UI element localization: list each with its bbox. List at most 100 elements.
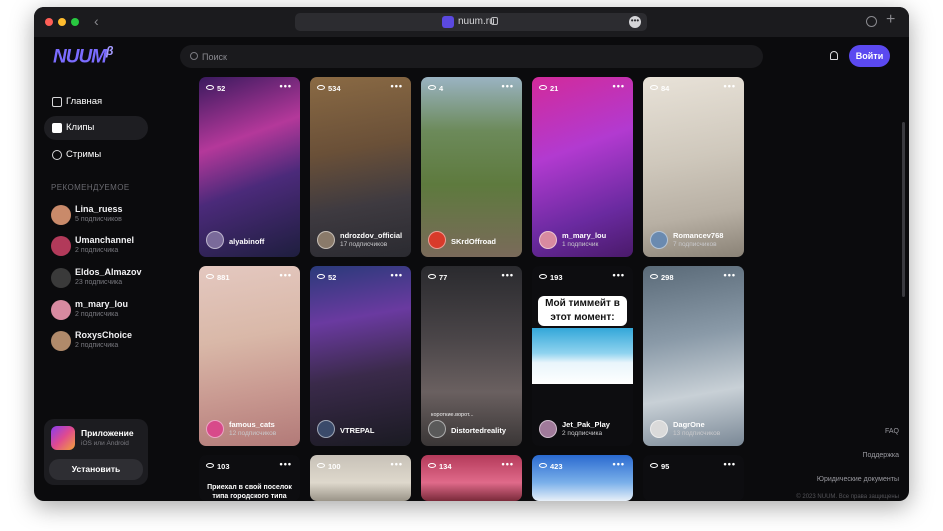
author-name: alyabinoff bbox=[229, 237, 265, 246]
support-link[interactable]: Поддержка bbox=[862, 452, 899, 459]
app-promo-card: Приложение iOS или Android Установить bbox=[44, 419, 148, 485]
close-window-button[interactable] bbox=[45, 18, 53, 26]
eye-icon bbox=[650, 463, 658, 468]
clip-card[interactable]: 52 ••• alyabinoff bbox=[199, 77, 300, 257]
address-bar[interactable]: nuum.ru ••• bbox=[295, 13, 647, 31]
view-count: 534 bbox=[317, 84, 341, 93]
view-count: 77 bbox=[428, 273, 447, 282]
clip-card[interactable]: 84 ••• Romancev768 7 подписчиков bbox=[643, 77, 744, 257]
clip-caption: Приехал в свой поселок типа городского т… bbox=[207, 484, 292, 500]
avatar bbox=[428, 420, 446, 438]
nav-item-clips[interactable]: Клипы bbox=[44, 116, 148, 140]
recommended-channel[interactable]: Eldos_Almazov 23 подписчика bbox=[51, 266, 161, 290]
author-subscribers: 2 подписчика bbox=[562, 430, 603, 437]
nav-item-home[interactable]: Главная bbox=[44, 90, 148, 114]
avatar bbox=[650, 420, 668, 438]
view-count-value: 95 bbox=[661, 462, 670, 471]
faq-link[interactable]: FAQ bbox=[885, 428, 899, 435]
nav-label: Стримы bbox=[66, 149, 102, 160]
avatar bbox=[51, 300, 71, 320]
more-options-icon[interactable]: ••• bbox=[502, 81, 514, 91]
author-subscribers: 1 подписчик bbox=[562, 241, 599, 248]
site-favicon-icon bbox=[442, 16, 454, 28]
new-tab-icon[interactable]: + bbox=[886, 11, 895, 29]
eye-icon bbox=[539, 85, 547, 90]
view-count: 21 bbox=[539, 84, 558, 93]
clip-card[interactable]: 298 ••• DagrOne 13 подписчиков bbox=[643, 266, 744, 446]
eye-icon bbox=[650, 274, 658, 279]
more-options-icon[interactable]: ••• bbox=[724, 270, 736, 280]
recommended-channel[interactable]: m_mary_lou 2 подписчика bbox=[51, 298, 161, 322]
avatar bbox=[51, 236, 71, 256]
eye-icon bbox=[206, 85, 214, 90]
maximize-window-button[interactable] bbox=[71, 18, 79, 26]
logo[interactable]: NUUMβ bbox=[53, 44, 114, 68]
more-icon[interactable]: ••• bbox=[629, 16, 641, 28]
more-options-icon[interactable]: ••• bbox=[280, 81, 292, 91]
clip-card[interactable]: 103 ••• Приехал в свой поселок типа горо… bbox=[199, 455, 300, 501]
more-options-icon[interactable]: ••• bbox=[613, 459, 625, 469]
more-options-icon[interactable]: ••• bbox=[280, 459, 292, 469]
avatar bbox=[428, 231, 446, 249]
recommended-channel[interactable]: Lina_ruess 5 подписчиков bbox=[51, 203, 161, 227]
author-name: VTREPAL bbox=[340, 426, 375, 435]
view-count-value: 100 bbox=[328, 462, 341, 471]
nav-item-streams[interactable]: Стримы bbox=[44, 143, 148, 167]
app-promo-subtitle: iOS или Android bbox=[81, 440, 129, 447]
author-name: ndrozdov_official bbox=[340, 231, 403, 240]
scrollbar[interactable] bbox=[902, 122, 905, 297]
clip-card[interactable]: 21 ••• m_mary_lou 1 подписчик bbox=[532, 77, 633, 257]
minimize-window-button[interactable] bbox=[58, 18, 66, 26]
eye-icon bbox=[650, 85, 658, 90]
more-options-icon[interactable]: ••• bbox=[391, 81, 403, 91]
eye-icon bbox=[428, 274, 436, 279]
meme-caption: Мой тиммейт в этот момент: bbox=[538, 296, 627, 326]
avatar bbox=[51, 268, 71, 288]
clip-card[interactable]: 100 ••• bbox=[310, 455, 411, 501]
clip-card[interactable]: 881 ••• famous_cats 12 подписчиков bbox=[199, 266, 300, 446]
search-input[interactable] bbox=[202, 49, 742, 64]
channel-subscribers: 2 подписчика bbox=[75, 311, 119, 318]
author-name: Distortedreality bbox=[451, 426, 507, 435]
channel-subscribers: 2 подписчика bbox=[75, 247, 119, 254]
clip-overlay-text: короткие.ворот... bbox=[431, 412, 474, 418]
install-app-button[interactable]: Установить bbox=[49, 459, 143, 480]
channel-name: Eldos_Almazov bbox=[75, 267, 142, 277]
recommended-channel[interactable]: Umanchannel 2 подписчика bbox=[51, 234, 161, 258]
more-options-icon[interactable]: ••• bbox=[391, 270, 403, 280]
clip-card[interactable]: 95 ••• bbox=[643, 455, 744, 501]
avatar bbox=[650, 231, 668, 249]
author-name: m_mary_lou bbox=[562, 231, 607, 240]
eye-icon bbox=[317, 274, 325, 279]
more-options-icon[interactable]: ••• bbox=[724, 459, 736, 469]
clip-card[interactable]: 77 ••• короткие.ворот... Distortedrealit… bbox=[421, 266, 522, 446]
logo-text: NUUM bbox=[53, 46, 107, 68]
view-count-value: 52 bbox=[217, 84, 226, 93]
more-options-icon[interactable]: ••• bbox=[724, 81, 736, 91]
more-options-icon[interactable]: ••• bbox=[502, 270, 514, 280]
clip-card[interactable]: 4 ••• SKrdOffroad bbox=[421, 77, 522, 257]
bell-icon[interactable] bbox=[830, 51, 838, 60]
more-options-icon[interactable]: ••• bbox=[613, 81, 625, 91]
recommended-channel[interactable]: RoxysChoice 2 подписчика bbox=[51, 329, 161, 353]
view-count: 95 bbox=[650, 462, 669, 471]
more-options-icon[interactable]: ••• bbox=[280, 270, 292, 280]
more-options-icon[interactable]: ••• bbox=[391, 459, 403, 469]
channel-name: RoxysChoice bbox=[75, 330, 133, 340]
clip-card[interactable]: 52 ••• VTREPAL bbox=[310, 266, 411, 446]
back-icon[interactable]: ‹ bbox=[94, 13, 99, 29]
author-subscribers: 7 подписчиков bbox=[673, 241, 717, 248]
search-bar[interactable] bbox=[180, 45, 763, 68]
more-options-icon[interactable]: ••• bbox=[613, 270, 625, 280]
clip-card[interactable]: 193 ••• Мой тиммейт в этот момент: Jet_P… bbox=[532, 266, 633, 446]
login-button[interactable]: Войти bbox=[849, 45, 890, 67]
channel-subscribers: 23 подписчика bbox=[75, 279, 123, 286]
clip-card[interactable]: 423 ••• bbox=[532, 455, 633, 501]
clip-card[interactable]: 134 ••• bbox=[421, 455, 522, 501]
view-count: 84 bbox=[650, 84, 669, 93]
download-icon[interactable] bbox=[866, 16, 877, 27]
legal-link[interactable]: Юридические документы bbox=[817, 476, 899, 483]
app-promo-title: Приложение bbox=[81, 428, 134, 438]
more-options-icon[interactable]: ••• bbox=[502, 459, 514, 469]
clip-card[interactable]: 534 ••• ndrozdov_official 17 подписчиков bbox=[310, 77, 411, 257]
